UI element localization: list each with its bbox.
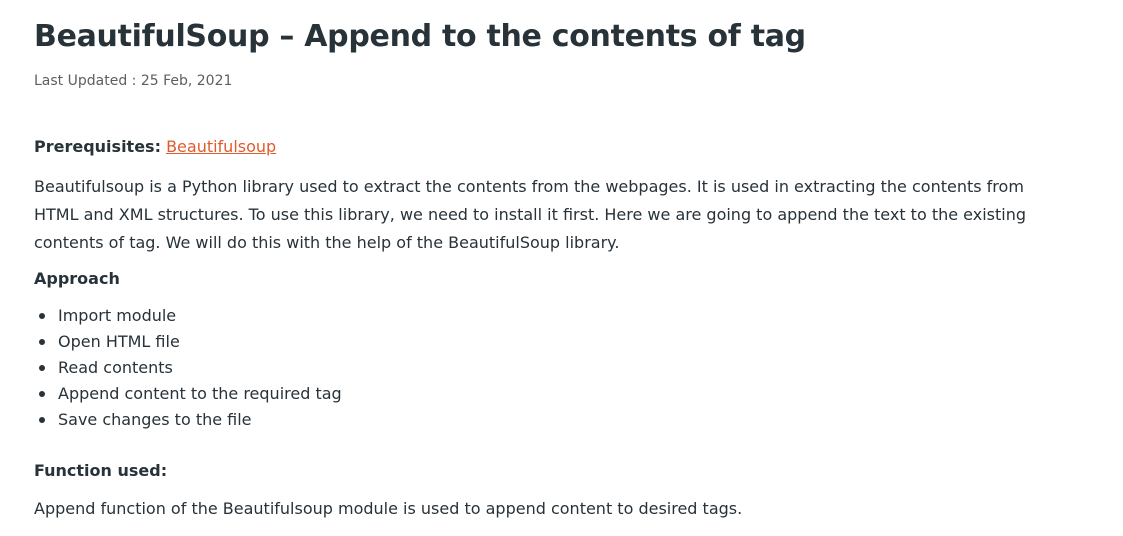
last-updated: Last Updated : 25 Feb, 2021 <box>34 73 233 89</box>
list-item: Save changes to the file <box>39 407 342 433</box>
beautifulsoup-link[interactable]: Beautifulsoup <box>166 137 276 156</box>
intro-paragraph: Beautifulsoup is a Python library used t… <box>34 177 1026 252</box>
list-item: Open HTML file <box>39 329 342 355</box>
function-used-heading: Function used: <box>34 461 168 480</box>
function-description: Append function of the Beautifulsoup mod… <box>34 499 743 518</box>
list-item: Append content to the required tag <box>39 381 342 407</box>
list-item: Import module <box>39 303 342 329</box>
article-title: BeautifulSoup – Append to the contents o… <box>34 19 806 54</box>
prerequisites-label: Prerequisites: <box>34 137 161 156</box>
prerequisites-line: Prerequisites: Beautifulsoup <box>34 135 276 159</box>
approach-list: Import module Open HTML file Read conten… <box>34 303 342 433</box>
list-item: Read contents <box>39 355 342 381</box>
approach-heading: Approach <box>34 269 120 288</box>
